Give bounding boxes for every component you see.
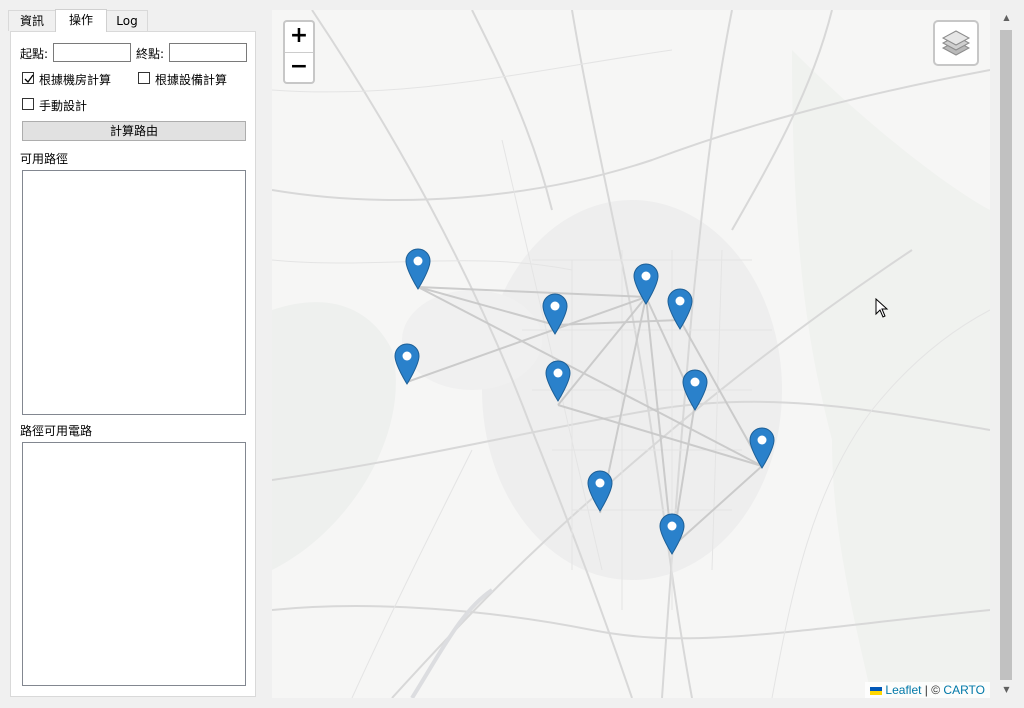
start-input[interactable]: [53, 43, 131, 62]
vertical-scrollbar[interactable]: ▲ ▼: [998, 10, 1015, 698]
map-marker-icon[interactable]: [405, 248, 431, 290]
tab-info-label: 資訊: [19, 14, 44, 28]
map-marker-icon[interactable]: [633, 263, 659, 305]
map-marker-icon[interactable]: [659, 513, 685, 555]
tab-log[interactable]: Log: [106, 10, 148, 31]
device-based-label: 根據設備計算: [155, 73, 228, 87]
room-based-checkbox[interactable]: [22, 72, 34, 84]
map-marker-icon[interactable]: [587, 470, 613, 512]
map-marker-icon[interactable]: [682, 369, 708, 411]
map-marker-icon[interactable]: [749, 427, 775, 469]
carto-link[interactable]: CARTO: [943, 683, 985, 697]
map-attribution: Leaflet | © CARTO: [865, 682, 990, 698]
map-tiles: [272, 10, 990, 698]
map-marker-icon[interactable]: [394, 343, 420, 385]
scroll-up-arrow-icon[interactable]: ▲: [998, 10, 1015, 26]
layers-button[interactable]: [933, 20, 979, 66]
checkmark-icon: [24, 74, 34, 84]
leaflet-link[interactable]: Leaflet: [885, 683, 921, 697]
manual-design-checkbox[interactable]: [22, 98, 34, 110]
ukraine-flag-icon: [870, 686, 883, 695]
map-marker-icon[interactable]: [545, 360, 571, 402]
zoom-control: + −: [283, 20, 315, 84]
end-input[interactable]: [169, 43, 247, 62]
tab-operation[interactable]: 操作: [55, 9, 107, 32]
end-label: 終點:: [136, 47, 165, 61]
layers-icon: [941, 30, 971, 56]
map-marker-icon[interactable]: [542, 293, 568, 335]
available-paths-label: 可用路徑: [20, 152, 69, 166]
tab-operation-label: 操作: [68, 13, 93, 27]
available-paths-list[interactable]: [22, 170, 246, 415]
manual-design-label: 手動設計: [39, 99, 88, 113]
path-cables-label: 路徑可用電路: [20, 424, 93, 438]
compute-route-button[interactable]: 計算路由: [22, 121, 246, 141]
mouse-cursor-icon: [875, 298, 889, 318]
operation-panel: 起點: 終點: 根據機房計算 根據設備計算 手動設計 計算路由 可用路徑 路徑可…: [10, 31, 256, 697]
tab-log-label: Log: [116, 14, 138, 28]
device-based-checkbox[interactable]: [138, 72, 150, 84]
tab-info[interactable]: 資訊: [8, 10, 56, 31]
attribution-separator: | ©: [921, 683, 944, 697]
zoom-in-button[interactable]: +: [285, 22, 313, 53]
map-marker-icon[interactable]: [667, 288, 693, 330]
start-label: 起點:: [20, 47, 49, 61]
zoom-out-button[interactable]: −: [285, 53, 313, 83]
map-view[interactable]: + − Leaflet | © CARTO: [272, 10, 990, 698]
scroll-down-arrow-icon[interactable]: ▼: [998, 682, 1015, 698]
scrollbar-thumb[interactable]: [1000, 30, 1012, 680]
room-based-label: 根據機房計算: [39, 73, 112, 87]
path-cables-list[interactable]: [22, 442, 246, 686]
